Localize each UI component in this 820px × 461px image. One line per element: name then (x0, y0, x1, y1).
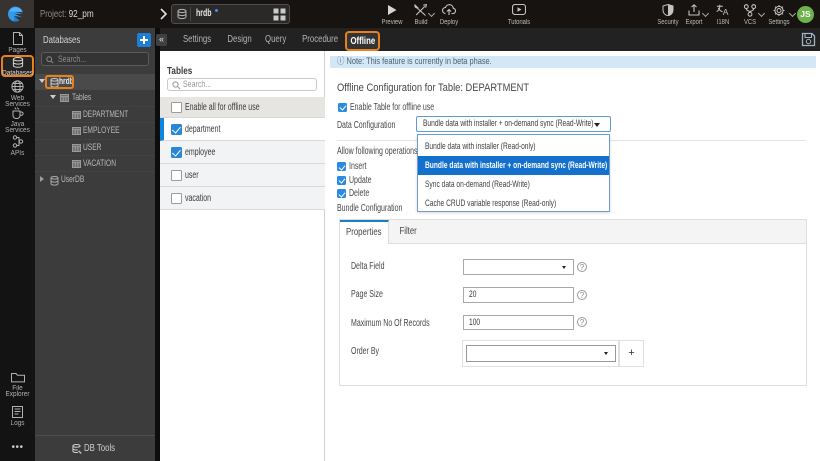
svg-text:A: A (723, 7, 729, 16)
